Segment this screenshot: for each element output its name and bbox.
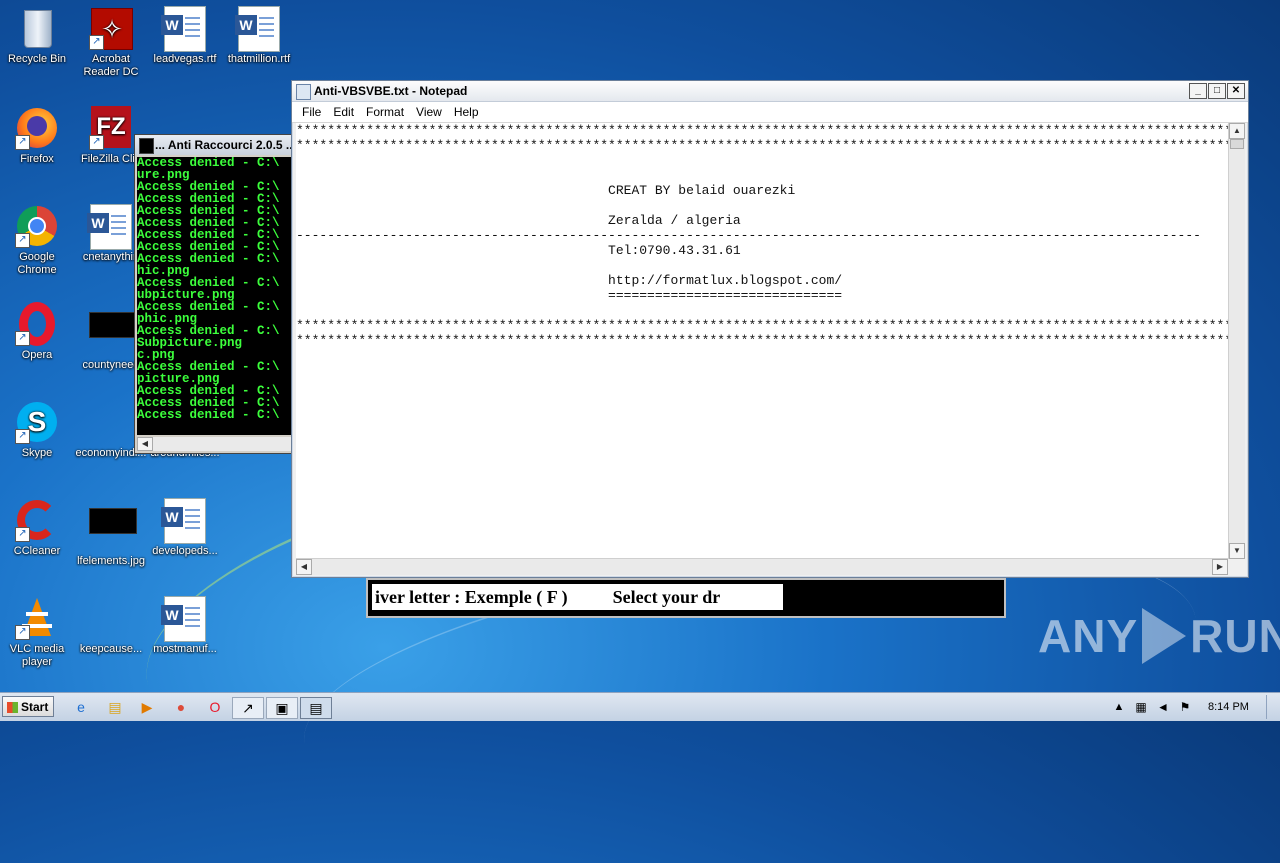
shortcut-arrow-icon: ↗ bbox=[15, 135, 30, 150]
console-prompt-text: iver letter : Exemple ( F ) Select your … bbox=[372, 584, 783, 610]
skype-icon: S ↗ bbox=[15, 400, 59, 444]
ccleaner-icon: ↗ bbox=[15, 498, 59, 542]
desktop-icon-chrome[interactable]: ↗ Google Chrome bbox=[0, 204, 74, 277]
menu-file[interactable]: File bbox=[296, 105, 327, 119]
image-thumbnail-icon bbox=[89, 508, 137, 552]
start-label: Start bbox=[21, 700, 49, 714]
desktop-icon-developeds[interactable]: W developeds... bbox=[148, 498, 222, 558]
cmd-title: ... Anti Raccourci 2.0.5 ... bbox=[155, 138, 295, 152]
notepad-title: Anti-VBSVBE.txt - Notepad bbox=[314, 84, 468, 98]
chrome-taskbar-icon[interactable]: ● bbox=[170, 697, 192, 717]
cmd-title-bar[interactable]: ... Anti Raccourci 2.0.5 ... bbox=[135, 135, 295, 155]
notepad-menu-bar: File Edit Format View Help bbox=[292, 102, 1248, 123]
show-hidden-icons-icon[interactable]: ▲ bbox=[1108, 697, 1130, 717]
cmd-window[interactable]: ... Anti Raccourci 2.0.5 ... Access deni… bbox=[134, 134, 296, 454]
desktop-icon-keepcause[interactable]: keepcause... bbox=[74, 596, 148, 656]
action-center-flag-icon[interactable]: ⚑ bbox=[1174, 697, 1196, 717]
taskbar-clock[interactable]: 8:14 PM bbox=[1208, 701, 1249, 713]
desktop-icon-opera[interactable]: ↗ Opera bbox=[0, 302, 74, 362]
chrome-icon: ↗ bbox=[15, 204, 59, 248]
minimize-button[interactable]: _ bbox=[1189, 83, 1207, 99]
filezilla-icon: FZ ↗ bbox=[89, 106, 133, 150]
word-document-icon: W bbox=[87, 204, 133, 250]
scroll-right-icon[interactable]: ▶ bbox=[1212, 559, 1228, 575]
notepad-title-bar[interactable]: Anti-VBSVBE.txt - Notepad _ □ ✕ bbox=[292, 81, 1248, 102]
desktop-icon-thatmillion[interactable]: W thatmillion.rtf bbox=[222, 6, 296, 66]
notepad-text-area[interactable]: ****************************************… bbox=[296, 123, 1228, 559]
start-button[interactable]: Start bbox=[2, 696, 54, 717]
scroll-left-icon[interactable]: ◀ bbox=[137, 437, 153, 451]
shortcut-arrow-icon: ↗ bbox=[15, 625, 30, 640]
shortcut-arrow-icon: ↗ bbox=[15, 429, 30, 444]
menu-format[interactable]: Format bbox=[360, 105, 410, 119]
cmd-line: Access denied - C:\ bbox=[137, 408, 280, 422]
internet-explorer-icon[interactable]: e bbox=[70, 697, 92, 717]
cmd-horizontal-scrollbar[interactable]: ◀ bbox=[137, 437, 295, 451]
media-player-icon[interactable]: ▶ bbox=[136, 697, 158, 717]
vertical-scrollbar[interactable]: ▲ ▼ bbox=[1228, 123, 1245, 559]
file-icon bbox=[89, 596, 133, 640]
desktop-icon-firefox[interactable]: ↗ Firefox bbox=[0, 106, 74, 166]
play-icon bbox=[1142, 608, 1187, 664]
taskbar: Start e ▤ ▶ ● O ↗ ▣ ▤ ▲ ▦ ◄ ⚑ 8:14 PM bbox=[0, 692, 1280, 721]
file-icon bbox=[89, 400, 133, 444]
shortcut-arrow-icon: ↗ bbox=[15, 331, 30, 346]
console-prompt-window[interactable]: iver letter : Exemple ( F ) Select your … bbox=[366, 578, 1006, 618]
desktop-icon-mostmanuf[interactable]: W mostmanuf... bbox=[148, 596, 222, 656]
desktop-icon-vlc[interactable]: ↗ VLC media player bbox=[0, 596, 74, 669]
acrobat-icon: ✧ ↗ bbox=[89, 6, 133, 50]
notepad-icon bbox=[296, 84, 311, 100]
word-document-icon: W bbox=[161, 596, 207, 642]
shortcut-arrow-icon: ↗ bbox=[89, 35, 104, 50]
scroll-up-icon[interactable]: ▲ bbox=[1229, 123, 1245, 139]
console-icon bbox=[139, 138, 154, 154]
watermark-right-text: RUN bbox=[1190, 610, 1280, 662]
vlc-icon: ↗ bbox=[15, 596, 59, 640]
shortcut-arrow-icon: ↗ bbox=[15, 527, 30, 542]
show-desktop-button[interactable] bbox=[1266, 695, 1279, 719]
word-document-icon: W bbox=[161, 498, 207, 544]
opera-taskbar-icon[interactable]: O bbox=[204, 697, 226, 717]
windows-flag-icon bbox=[7, 702, 18, 713]
desktop-icon-recycle-bin[interactable]: Recycle Bin bbox=[0, 6, 74, 66]
desktop-icon-acrobat[interactable]: ✧ ↗ Acrobat Reader DC bbox=[74, 6, 148, 79]
menu-help[interactable]: Help bbox=[448, 105, 485, 119]
desktop-icon-skype[interactable]: S ↗ Skype bbox=[0, 400, 74, 460]
desktop-icon-lfelements[interactable]: lfelements.jpg bbox=[74, 498, 148, 568]
scroll-thumb[interactable] bbox=[1230, 139, 1244, 149]
menu-view[interactable]: View bbox=[410, 105, 448, 119]
word-document-icon: W bbox=[235, 6, 281, 52]
taskbar-console-icon[interactable]: ▣ bbox=[266, 697, 298, 719]
desktop-icon-ccleaner[interactable]: ↗ CCleaner bbox=[0, 498, 74, 558]
horizontal-scrollbar[interactable]: ◀ ▶ bbox=[296, 558, 1228, 575]
firefox-icon: ↗ bbox=[15, 106, 59, 150]
maximize-button[interactable]: □ bbox=[1208, 83, 1226, 99]
opera-icon: ↗ bbox=[15, 302, 59, 346]
watermark-left-text: ANY bbox=[1038, 610, 1139, 662]
notepad-window[interactable]: Anti-VBSVBE.txt - Notepad _ □ ✕ File Edi… bbox=[291, 80, 1249, 578]
file-explorer-icon[interactable]: ▤ bbox=[104, 697, 126, 717]
taskbar-notepad-icon[interactable]: ▤ bbox=[300, 697, 332, 719]
scroll-down-icon[interactable]: ▼ bbox=[1229, 543, 1245, 559]
desktop-icon-leadvegas[interactable]: W leadvegas.rtf bbox=[148, 6, 222, 66]
taskbar-task-1-icon[interactable]: ↗ bbox=[232, 697, 264, 719]
close-button[interactable]: ✕ bbox=[1227, 83, 1245, 99]
volume-icon[interactable]: ◄ bbox=[1152, 697, 1174, 717]
recycle-bin-icon bbox=[15, 6, 59, 50]
anyrun-watermark: ANY RUN bbox=[1038, 608, 1280, 664]
network-icon[interactable]: ▦ bbox=[1130, 697, 1152, 717]
shortcut-arrow-icon: ↗ bbox=[15, 233, 30, 248]
word-document-icon: W bbox=[161, 6, 207, 52]
image-thumbnail-icon bbox=[89, 312, 137, 356]
cmd-output: Access denied - C:\ ure.png Access denied … bbox=[137, 157, 295, 435]
shortcut-arrow-icon: ↗ bbox=[89, 135, 104, 150]
menu-edit[interactable]: Edit bbox=[327, 105, 360, 119]
scroll-left-icon[interactable]: ◀ bbox=[296, 559, 312, 575]
